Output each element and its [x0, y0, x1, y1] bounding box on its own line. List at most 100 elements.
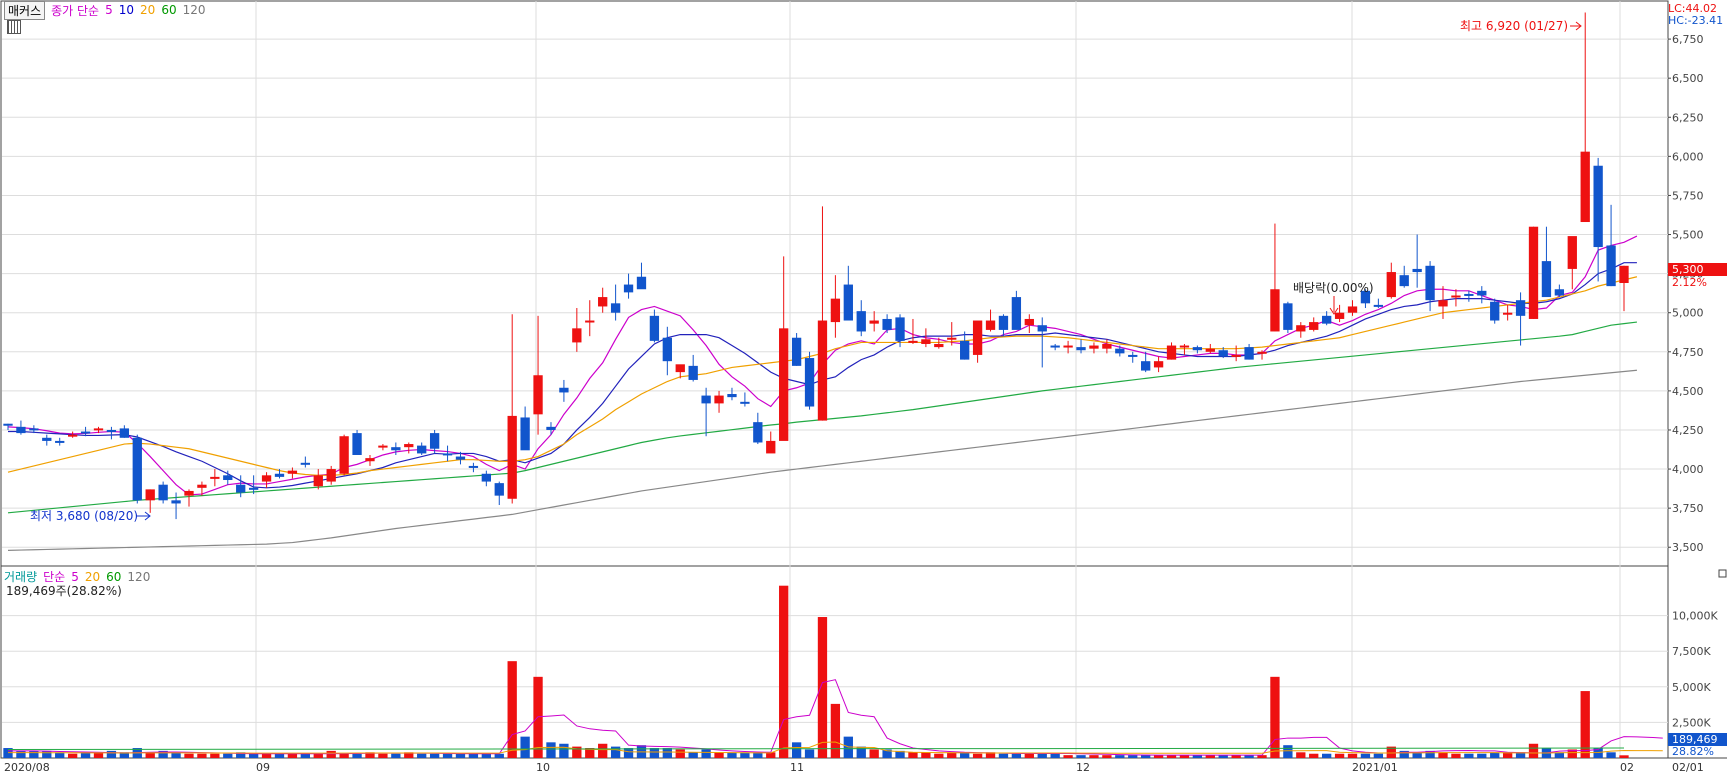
candle-body: [1192, 347, 1203, 351]
candle-body: [1309, 322, 1319, 330]
volume-bar: [442, 753, 453, 758]
candle-body: [740, 401, 750, 404]
volume-tick-label: 7,500K: [1672, 645, 1711, 658]
price-tick-label: 4,750: [1672, 346, 1704, 359]
candle-body: [132, 437, 142, 501]
candle-body: [1024, 318, 1034, 326]
candle-body: [1515, 300, 1526, 316]
candle-body: [998, 315, 1009, 330]
volume-bar: [417, 753, 427, 758]
x-tick-label: 10: [536, 761, 550, 774]
volume-bar: [300, 753, 310, 758]
candle-body: [1270, 289, 1280, 332]
candle-body: [649, 315, 660, 341]
volume-bar: [1128, 755, 1138, 758]
candle-body: [1386, 272, 1396, 298]
volume-bar: [791, 742, 802, 758]
candle-body: [1296, 325, 1306, 332]
candle-body: [287, 470, 298, 474]
volume-bar: [1283, 745, 1293, 758]
volume-bar: [998, 753, 1009, 758]
candle-body: [171, 500, 181, 504]
volume-bar: [1102, 755, 1112, 758]
price-tick-label: 6,750: [1672, 33, 1704, 46]
current-pct-label: 2.12%: [1672, 276, 1707, 289]
price-tick-label: 5,750: [1672, 189, 1704, 202]
volume-bar: [688, 752, 698, 758]
price-tick-label: 4,250: [1672, 424, 1704, 437]
candle-body: [67, 434, 78, 437]
candle-body: [1554, 289, 1565, 296]
candle-body: [1580, 151, 1590, 223]
candle-body: [623, 284, 634, 293]
low-annotation: 최저 3,680 (08/20): [30, 509, 138, 523]
price-tick-label: 6,000: [1672, 150, 1704, 163]
candle-body: [1593, 165, 1603, 248]
candle-body: [197, 484, 207, 488]
candle-body: [908, 340, 918, 343]
volume-bar: [804, 749, 815, 758]
volume-bar: [287, 753, 298, 758]
candle-body: [455, 456, 466, 460]
candle-body: [236, 484, 246, 493]
x-tick-label: 2021/01: [1352, 761, 1398, 774]
candle-body: [559, 387, 569, 393]
volume-bar: [1076, 755, 1086, 758]
candle-body: [610, 303, 621, 313]
candle-body: [520, 417, 530, 451]
grid-toggle-icon[interactable]: [7, 20, 21, 34]
candle-body: [1166, 345, 1177, 360]
volume-bar: [210, 753, 220, 758]
ma120-label: 120: [182, 3, 206, 17]
candle-body: [261, 475, 272, 482]
candle-body: [1063, 345, 1073, 348]
volume-bar: [29, 750, 39, 758]
candle-body: [442, 453, 453, 456]
candle-body: [1399, 275, 1409, 287]
candle-body: [93, 428, 104, 431]
volume-bar: [481, 753, 491, 758]
volume-bar: [1037, 753, 1047, 758]
volume-bar: [248, 753, 259, 758]
candle-body: [766, 440, 776, 454]
candle-body: [16, 426, 26, 434]
candle-body: [55, 440, 65, 443]
candle-body: [1011, 297, 1022, 330]
candle-body: [1153, 361, 1164, 368]
candle-body: [675, 364, 685, 373]
candle-body: [1347, 306, 1358, 313]
high-annotation: 최고 6,920 (01/27): [1460, 19, 1568, 33]
candle-body: [1425, 265, 1435, 301]
dividend-arrow-icon: [1329, 296, 1339, 315]
vol-ma120-label: 120: [127, 569, 151, 584]
candle-body: [1283, 303, 1293, 330]
candle-body: [1477, 290, 1487, 296]
volume-bar: [830, 703, 841, 758]
candle-body: [572, 328, 582, 343]
volume-bar: [16, 750, 26, 758]
candle-body: [921, 339, 931, 344]
volume-bar: [468, 753, 479, 758]
candle-body: [507, 415, 517, 499]
volume-tick-label: 10,000K: [1672, 610, 1718, 623]
volume-bar: [1347, 753, 1358, 758]
volume-bar: [1011, 753, 1022, 758]
candle-body: [727, 394, 737, 398]
x-tick-label: 11: [790, 761, 804, 774]
candle-body: [481, 473, 491, 482]
stock-name-button[interactable]: 매커스: [4, 0, 46, 20]
candle-body: [339, 436, 349, 474]
candle-body: [29, 428, 39, 431]
volume-bar: [1050, 753, 1060, 758]
candle-body: [1438, 300, 1448, 307]
volume-bar: [610, 746, 621, 758]
volume-bar: [623, 748, 634, 758]
volume-bar: [494, 753, 504, 758]
candle-body: [1619, 265, 1629, 283]
candle-body: [1050, 345, 1060, 348]
candle-body: [210, 476, 220, 479]
volume-bar: [1477, 753, 1487, 758]
candle-body: [1567, 236, 1577, 269]
candle-body: [1451, 295, 1461, 298]
candle-body: [585, 320, 595, 323]
